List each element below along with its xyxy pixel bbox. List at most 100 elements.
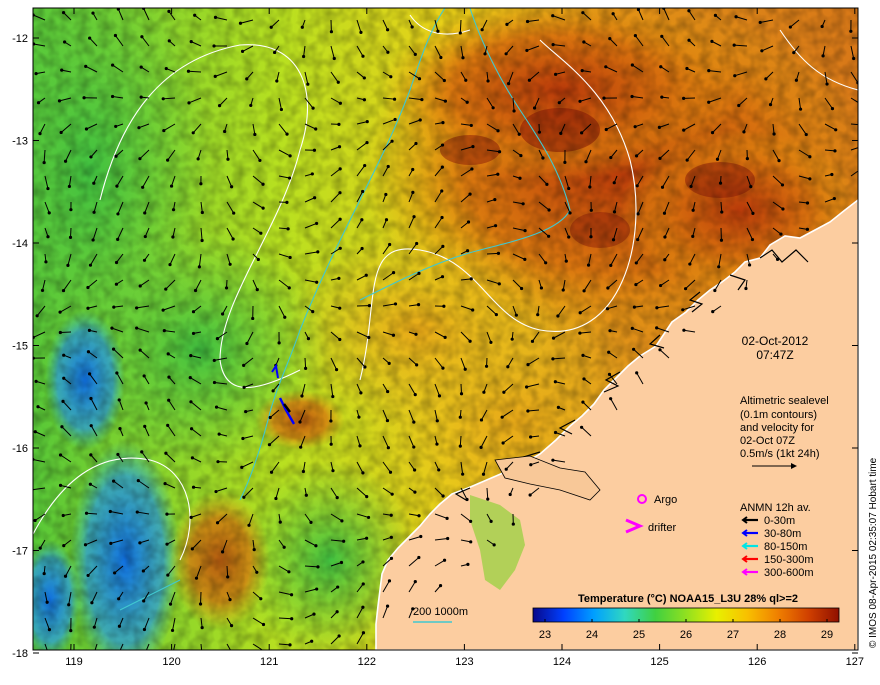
velocity-arrow-head [446, 537, 449, 540]
velocity-arrow-head [287, 570, 290, 573]
velocity-arrow-head [285, 133, 288, 136]
velocity-arrow-head [663, 235, 666, 238]
velocity-arrow-head [360, 247, 363, 250]
x-tick-label: 122 [358, 656, 376, 668]
velocity-arrow-head [166, 159, 169, 162]
velocity-arrow-head [361, 560, 364, 563]
velocity-arrow-head [362, 582, 365, 585]
velocity-arrow-head [414, 393, 417, 396]
velocity-arrow-head [226, 575, 229, 578]
velocity-arrow-head [464, 368, 467, 371]
velocity-arrow-head [357, 416, 360, 419]
velocity-arrow-head [632, 348, 635, 351]
velocity-arrow-head [190, 427, 193, 430]
velocity-arrow-head [215, 406, 218, 409]
velocity-arrow-head [163, 482, 166, 485]
velocity-arrow-head [247, 524, 250, 527]
velocity-arrow-head [505, 23, 508, 26]
velocity-arrow-head [365, 537, 368, 540]
velocity-arrow-head [466, 563, 469, 566]
velocity-arrow-head [661, 186, 664, 189]
velocity-arrow-head [387, 165, 390, 168]
velocity-arrow-head [338, 307, 341, 310]
velocity-arrow-head [440, 216, 443, 219]
velocity-arrow-head [501, 441, 504, 444]
anmn-legend-label: 150-300m [764, 554, 814, 566]
x-tick-label: 121 [260, 656, 278, 668]
velocity-arrow-head [497, 252, 500, 255]
velocity-arrow-head [311, 310, 314, 313]
velocity-arrow-head [552, 43, 555, 46]
velocity-arrow-head [635, 261, 638, 264]
velocity-arrow-head [363, 365, 366, 368]
velocity-arrow-head [283, 316, 286, 319]
velocity-note-line4: 02-Oct 07Z [740, 435, 795, 447]
velocity-note-line1: Altimetric sealevel [740, 395, 829, 407]
velocity-arrow-head [197, 157, 200, 160]
velocity-arrow-head [164, 452, 167, 455]
velocity-arrow-head [581, 69, 584, 72]
velocity-arrow-head [165, 543, 168, 546]
velocity-arrow-head [262, 207, 265, 210]
velocity-arrow-head [557, 406, 560, 409]
velocity-arrow-head [109, 510, 112, 513]
velocity-arrow-head [166, 424, 169, 427]
velocity-arrow-head [466, 101, 469, 104]
velocity-arrow-head [806, 228, 809, 231]
velocity-arrow-head [118, 427, 121, 430]
velocity-arrow-head [612, 12, 615, 15]
velocity-arrow-head [436, 419, 439, 422]
map-date: 02-Oct-2012 [742, 334, 809, 348]
velocity-arrow-head [582, 377, 585, 380]
velocity-arrow-head [59, 331, 62, 334]
velocity-arrow-head [62, 377, 65, 380]
velocity-arrow-head [588, 185, 591, 188]
y-tick-label: -15 [12, 341, 28, 353]
velocity-arrow-head [167, 399, 170, 402]
velocity-arrow-head [589, 235, 592, 238]
velocity-arrow-head [523, 258, 526, 261]
velocity-arrow-head [466, 249, 469, 252]
velocity-arrow-head [117, 597, 120, 600]
velocity-arrow-head [630, 95, 633, 98]
velocity-arrow [460, 20, 461, 33]
velocity-arrow-head [302, 470, 305, 473]
velocity-arrow-head [559, 132, 562, 135]
velocity-arrow-head [386, 51, 389, 54]
velocity-arrow-head [331, 469, 334, 472]
velocity-arrow-head [192, 310, 195, 313]
velocity-arrow-head [443, 559, 446, 562]
velocity-arrow-head [390, 557, 393, 560]
velocity-arrow-head [330, 30, 333, 33]
velocity-arrow-head [111, 95, 114, 98]
velocity-arrow-head [470, 167, 473, 170]
velocity-arrow-head [253, 548, 256, 551]
velocity-arrow-head [859, 102, 862, 105]
velocity-arrow-head [415, 363, 418, 366]
velocity-arrow-head [547, 235, 550, 238]
velocity-arrow-head [482, 473, 485, 476]
velocity-arrow-head [195, 577, 198, 580]
x-tick-label: 124 [553, 656, 571, 668]
velocity-arrow-head [69, 236, 72, 239]
velocity-arrow-head [89, 483, 92, 486]
velocity-arrow-head [199, 182, 202, 185]
velocity-arrow-head [140, 96, 143, 99]
velocity-arrow-head [143, 374, 146, 377]
velocity-arrow-head [66, 264, 69, 267]
velocity-arrow-head [795, 79, 798, 82]
velocity-arrow-head [253, 133, 256, 136]
velocity-arrow-head [261, 183, 264, 186]
velocity-arrow-head [544, 261, 547, 264]
velocity-arrow-head [412, 215, 415, 218]
velocity-arrow-head [259, 597, 262, 600]
velocity-arrow-head [440, 189, 443, 192]
velocity-arrow-head [298, 420, 301, 423]
velocity-arrow-head [684, 287, 687, 290]
velocity-arrow-head [411, 25, 414, 28]
velocity-arrow-head [511, 338, 514, 341]
velocity-arrow-head [418, 77, 421, 80]
velocity-arrow-head [502, 391, 505, 394]
drifter-label: drifter [648, 522, 676, 534]
velocity-arrow-head [444, 336, 447, 339]
